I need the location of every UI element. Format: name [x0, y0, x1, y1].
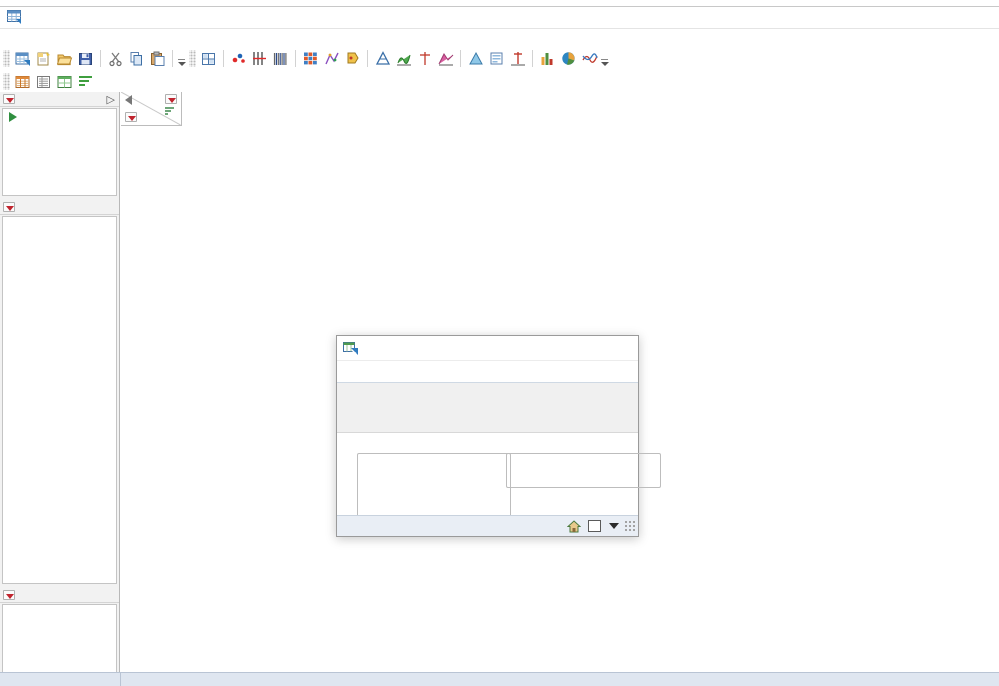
window-icon[interactable]	[584, 517, 604, 536]
copy-icon[interactable]	[126, 49, 147, 69]
status-bar-divider	[120, 673, 121, 686]
status-bar	[0, 672, 999, 686]
maximize-button[interactable]	[582, 336, 610, 361]
main-menu-bar[interactable]	[0, 29, 999, 47]
new-script-icon[interactable]	[33, 49, 54, 69]
menu-item-analyze[interactable]	[91, 37, 105, 39]
jmp-table-icon	[7, 10, 23, 25]
control-chart-icon[interactable]	[393, 49, 414, 69]
data-grid[interactable]	[121, 92, 999, 126]
menu-item-add-ins[interactable]	[133, 37, 147, 39]
rows-panel-header[interactable]	[0, 588, 119, 603]
toolbar-separator	[100, 50, 101, 67]
menu-item-graph[interactable]	[105, 37, 119, 39]
bar-chart-icon[interactable]	[537, 49, 558, 69]
toolbar-separator	[295, 50, 296, 67]
menu-item-cols[interactable]	[63, 37, 77, 39]
table-panel-header[interactable]: ▷	[0, 92, 119, 107]
menu-item-edit[interactable]	[21, 37, 35, 39]
toolbar-grip	[3, 73, 10, 90]
capability-icon[interactable]	[486, 49, 507, 69]
collapse-arrow-icon[interactable]	[125, 95, 132, 105]
jmp-report-icon	[343, 341, 359, 356]
summary-icon[interactable]	[33, 72, 54, 92]
title-bar	[0, 7, 999, 29]
time-series-icon[interactable]	[435, 49, 456, 69]
green-run-triangle-icon	[9, 112, 17, 122]
neural-icon[interactable]	[372, 49, 393, 69]
toolbar-overflow-icon[interactable]	[177, 49, 186, 69]
menu-item-help[interactable]	[175, 37, 189, 39]
toolbar-separator	[532, 50, 533, 67]
columns-panel-body	[2, 216, 117, 584]
columns-panel-header[interactable]	[0, 200, 119, 215]
save-icon[interactable]	[75, 49, 96, 69]
partition-icon[interactable]	[342, 49, 363, 69]
menu-item-tools[interactable]	[119, 37, 133, 39]
menu-item-rows[interactable]	[49, 37, 63, 39]
child-window-body	[337, 432, 638, 515]
toolbar-primary[interactable]	[0, 47, 999, 70]
red-triangle-menu-icon[interactable]	[3, 202, 15, 212]
variability-chart-icon[interactable]	[465, 49, 486, 69]
table-item-source[interactable]	[3, 109, 116, 124]
table-panel-body	[2, 108, 117, 196]
pie-chart-icon[interactable]	[558, 49, 579, 69]
menu-item-file[interactable]	[7, 37, 21, 39]
open-file-icon[interactable]	[54, 49, 75, 69]
report-child-window[interactable]	[336, 335, 639, 537]
menu-item-view[interactable]	[147, 37, 161, 39]
join-icon[interactable]	[54, 72, 75, 92]
minimize-button[interactable]	[554, 336, 582, 361]
new-data-table-icon[interactable]	[12, 49, 33, 69]
resize-grip-icon[interactable]	[624, 520, 636, 532]
toolbar-overflow-icon[interactable]	[600, 49, 609, 69]
menu-item-window[interactable]	[161, 37, 175, 39]
fit-y-by-x-icon[interactable]	[249, 49, 270, 69]
left-panel: ▷	[0, 92, 120, 672]
toolbar-grip	[3, 50, 10, 67]
toolbar-separator	[172, 50, 173, 67]
fit-model-icon[interactable]	[270, 49, 291, 69]
rows-red-triangle-icon[interactable]	[165, 94, 177, 104]
tabulate-icon[interactable]	[198, 49, 219, 69]
home-icon[interactable]	[564, 517, 584, 536]
grid-corner-widget[interactable]	[121, 92, 181, 126]
child-window-toolbar[interactable]	[337, 361, 638, 383]
metrics-score-group	[357, 453, 511, 517]
cut-icon[interactable]	[105, 49, 126, 69]
distribution-icon[interactable]	[228, 49, 249, 69]
toolbar-separator	[460, 50, 461, 67]
red-triangle-menu-icon[interactable]	[3, 94, 15, 104]
toolbar-grip[interactable]	[189, 50, 196, 67]
child-window-status-bar	[337, 515, 638, 536]
menu-item-doe[interactable]	[77, 37, 91, 39]
jmp-application-window: ▷	[0, 0, 999, 686]
sort-icon[interactable]	[75, 72, 96, 92]
toolbar-secondary[interactable]	[0, 70, 999, 93]
close-button[interactable]	[610, 336, 638, 361]
child-window-title-bar[interactable]	[337, 336, 638, 361]
toolbar-separator	[367, 50, 368, 67]
dropdown-arrow-icon[interactable]	[604, 517, 624, 536]
pareto-icon[interactable]	[414, 49, 435, 69]
subset-icon[interactable]	[12, 72, 33, 92]
work-area: ▷	[0, 92, 999, 672]
paste-icon[interactable]	[147, 49, 168, 69]
menu-item-tables[interactable]	[35, 37, 49, 39]
reliability-icon[interactable]	[507, 49, 528, 69]
sort-lines-icon	[165, 107, 175, 115]
toolbar-separator	[223, 50, 224, 67]
bubble-plot-icon[interactable]	[579, 49, 600, 69]
columns-red-triangle-icon[interactable]	[125, 112, 137, 122]
red-triangle-menu-icon[interactable]	[3, 590, 15, 600]
data-grid-header-row[interactable]	[121, 92, 999, 126]
multivariate-icon[interactable]	[300, 49, 321, 69]
chevron-right-icon[interactable]: ▷	[107, 93, 115, 106]
grid-search-best-parameters-group	[506, 453, 661, 488]
background-window-strip	[0, 0, 999, 7]
scatterplot-matrix-icon[interactable]	[321, 49, 342, 69]
